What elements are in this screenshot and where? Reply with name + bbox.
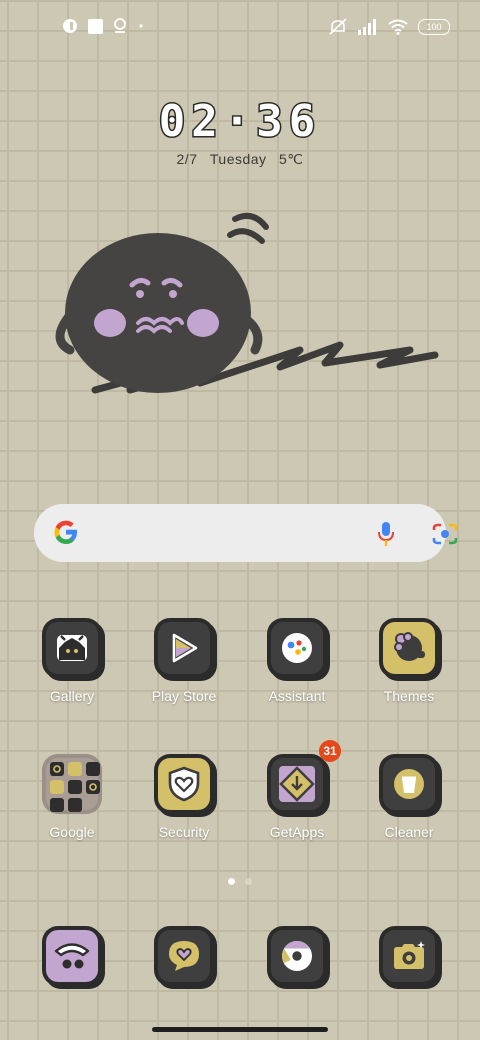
app-label: Google bbox=[49, 824, 95, 840]
app-security[interactable]: Security bbox=[134, 754, 234, 840]
play-store-icon bbox=[154, 618, 214, 678]
getapps-icon: 31 bbox=[267, 740, 341, 814]
dock-phone[interactable] bbox=[22, 926, 122, 986]
status-bar: 100 bbox=[0, 0, 480, 56]
dot-icon bbox=[139, 24, 143, 28]
messages-icon bbox=[154, 926, 214, 986]
wifi-icon bbox=[388, 19, 408, 35]
location-pin-icon bbox=[114, 18, 126, 33]
gesture-navigation-bar[interactable] bbox=[152, 1027, 328, 1032]
date-line: 2/7 Tuesday 5℃ bbox=[0, 151, 480, 168]
app-themes[interactable]: Themes bbox=[359, 618, 459, 704]
app-play-store[interactable]: Play Store bbox=[134, 618, 234, 704]
security-icon bbox=[154, 754, 214, 814]
app-label: Assistant bbox=[268, 688, 326, 704]
clock-widget[interactable]: 02·36 2/7 Tuesday 5℃ bbox=[0, 95, 480, 168]
getapps-glyph bbox=[279, 766, 315, 802]
camera-glyph bbox=[394, 941, 425, 969]
page-dot-1[interactable] bbox=[228, 878, 235, 885]
app-label: Play Store bbox=[151, 688, 217, 704]
google-folder-icon bbox=[42, 754, 102, 814]
app-cleaner[interactable]: Cleaner bbox=[359, 754, 459, 840]
app-notification-icon bbox=[63, 19, 77, 33]
clock-time: 02·36 bbox=[157, 95, 322, 149]
app-label: Cleaner bbox=[384, 824, 434, 840]
app-label: Gallery bbox=[49, 688, 95, 704]
shield-glyph bbox=[168, 766, 200, 802]
date-text: 2/7 bbox=[176, 151, 198, 167]
dock-camera[interactable] bbox=[359, 926, 459, 986]
folder-google[interactable]: Google bbox=[22, 754, 122, 840]
cleaner-icon bbox=[379, 754, 439, 814]
app-label: GetApps bbox=[269, 824, 325, 840]
google-search-bar[interactable] bbox=[34, 504, 458, 562]
themes-glyph bbox=[394, 632, 425, 661]
camera-icon bbox=[379, 926, 439, 986]
signal-icon bbox=[358, 19, 376, 35]
app-getapps[interactable]: 31 GetApps bbox=[247, 740, 347, 840]
microphone-icon[interactable] bbox=[378, 521, 394, 547]
app-label: Themes bbox=[383, 688, 435, 704]
page-dot-2[interactable] bbox=[245, 878, 252, 885]
square-notification-icon bbox=[88, 18, 103, 34]
dock-chrome[interactable] bbox=[247, 926, 347, 986]
phone-glyph bbox=[54, 943, 90, 969]
gallery-glyph bbox=[57, 635, 87, 661]
notification-badge: 31 bbox=[319, 740, 341, 762]
mute-icon bbox=[329, 18, 347, 35]
gallery-icon bbox=[42, 618, 102, 678]
assistant-glyph bbox=[282, 633, 312, 663]
app-assistant[interactable]: Assistant bbox=[247, 618, 347, 704]
phone-icon bbox=[42, 926, 102, 986]
themes-icon bbox=[379, 618, 439, 678]
dock-messages[interactable] bbox=[134, 926, 234, 986]
wallpaper-mascot-illustration bbox=[55, 212, 439, 394]
lens-icon[interactable] bbox=[432, 522, 458, 546]
battery-indicator: 100 bbox=[418, 19, 450, 35]
cleaner-glyph bbox=[394, 769, 424, 799]
day-text: Tuesday bbox=[209, 151, 267, 167]
play-glyph bbox=[172, 633, 198, 663]
temperature-text: 5℃ bbox=[278, 151, 304, 167]
google-icon bbox=[54, 520, 77, 544]
folder-grid-glyph bbox=[50, 762, 100, 812]
app-gallery[interactable]: Gallery bbox=[22, 618, 122, 704]
app-label: Security bbox=[158, 824, 210, 840]
assistant-icon bbox=[267, 618, 327, 678]
chrome-glyph bbox=[282, 941, 312, 971]
chrome-icon bbox=[267, 926, 327, 986]
page-indicator[interactable] bbox=[0, 878, 480, 885]
messages-glyph bbox=[169, 941, 199, 971]
